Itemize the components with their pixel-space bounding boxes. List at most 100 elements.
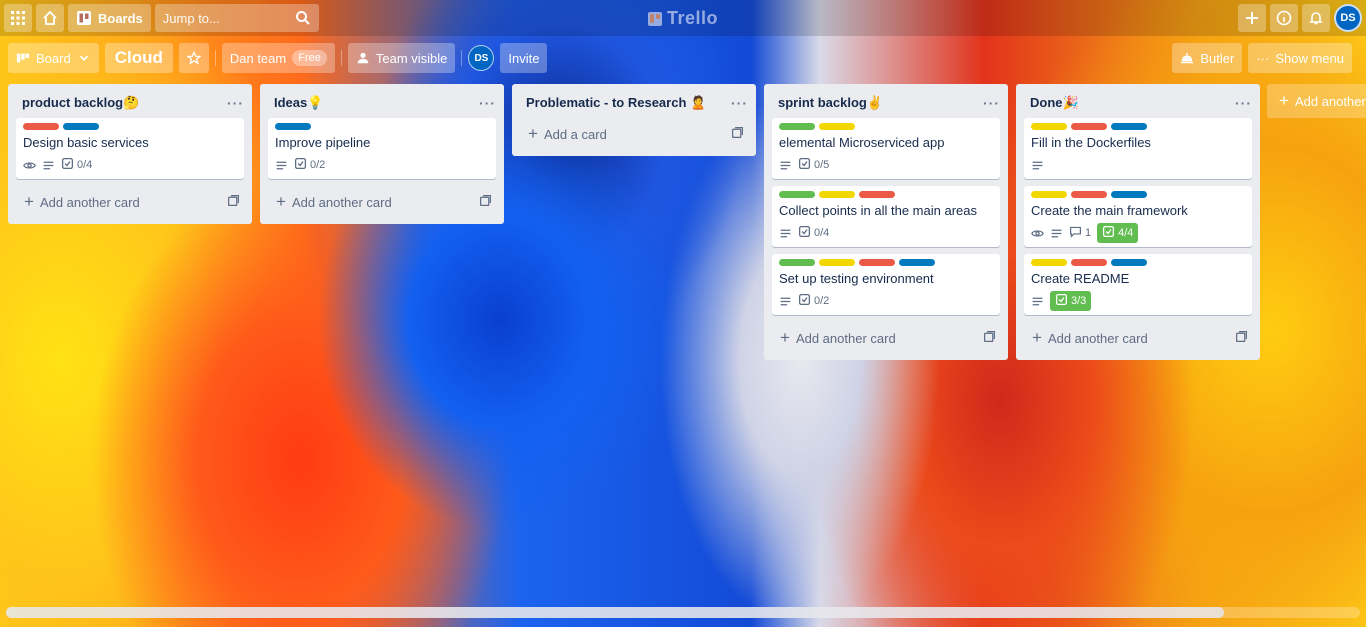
- add-card-label: Add another card: [1047, 331, 1148, 346]
- card-labels[interactable]: [275, 123, 488, 130]
- show-menu-button[interactable]: ··· Show menu: [1248, 43, 1352, 73]
- list[interactable]: product backlog🤔 ··· Design basic services…: [8, 84, 252, 224]
- card[interactable]: Create the main framework 1 4/4: [1024, 186, 1252, 247]
- card-label-green[interactable]: [779, 259, 815, 266]
- card-label-green[interactable]: [779, 191, 815, 198]
- card-label-yellow[interactable]: [819, 191, 855, 198]
- visibility-label: Team visible: [375, 50, 448, 66]
- home-button[interactable]: [36, 4, 64, 32]
- card-title[interactable]: Create the main framework: [1031, 203, 1244, 218]
- card-label-blue[interactable]: [1111, 191, 1147, 198]
- notifications-button[interactable]: [1302, 4, 1330, 32]
- list-menu-icon[interactable]: ···: [731, 95, 748, 111]
- card-label-blue[interactable]: [275, 123, 311, 130]
- card-title[interactable]: elemental Microserviced app: [779, 135, 992, 150]
- card-template-icon[interactable]: [227, 194, 240, 210]
- card-template-icon[interactable]: [731, 126, 744, 142]
- board-member-avatar[interactable]: DS: [468, 45, 495, 71]
- card-label-red[interactable]: [859, 191, 895, 198]
- create-button[interactable]: [1238, 4, 1266, 32]
- trello-logo[interactable]: Trello: [648, 8, 718, 29]
- card-label-red[interactable]: [1071, 259, 1107, 266]
- list-menu-icon[interactable]: ···: [983, 95, 1000, 111]
- list-title[interactable]: sprint backlog✌: [778, 95, 883, 111]
- description-icon: [1031, 159, 1044, 172]
- list-header[interactable]: Problematic - to Research 🙎 ···: [512, 84, 756, 118]
- butler-button[interactable]: Butler: [1172, 43, 1243, 73]
- info-button[interactable]: [1270, 4, 1298, 32]
- list[interactable]: Problematic - to Research 🙎 ··· + Add a car…: [512, 84, 756, 156]
- card[interactable]: elemental Microserviced app 0/5: [772, 118, 1000, 179]
- card-labels[interactable]: [1031, 123, 1244, 130]
- team-label: Dan team: [229, 50, 287, 66]
- card-label-yellow[interactable]: [819, 259, 855, 266]
- card[interactable]: Collect points in all the main areas 0/4: [772, 186, 1000, 247]
- horizontal-scrollbar-thumb[interactable]: [6, 607, 1224, 618]
- list[interactable]: Done🎉 ··· Fill in the Dockerfiles Create th…: [1016, 84, 1260, 360]
- board-view-switcher[interactable]: Board: [8, 43, 99, 73]
- card-label-blue[interactable]: [899, 259, 935, 266]
- add-list-button[interactable]: + Add another list: [1267, 84, 1366, 118]
- card[interactable]: Set up testing environment 0/2: [772, 254, 1000, 315]
- card-title[interactable]: Improve pipeline: [275, 135, 488, 150]
- search-input[interactable]: Jump to...: [154, 4, 319, 32]
- list-title[interactable]: Ideas💡: [274, 95, 323, 111]
- board-title[interactable]: Cloud: [104, 43, 173, 73]
- card-label-blue[interactable]: [63, 123, 99, 130]
- card-labels[interactable]: [779, 123, 992, 130]
- card[interactable]: Fill in the Dockerfiles: [1024, 118, 1252, 179]
- list-menu-icon[interactable]: ···: [1235, 95, 1252, 111]
- add-card-button[interactable]: + Add another card: [764, 322, 1008, 352]
- list[interactable]: Ideas💡 ··· Improve pipeline 0/2 + Add another…: [260, 84, 504, 224]
- card-label-yellow[interactable]: [1031, 191, 1067, 198]
- card-labels[interactable]: [1031, 191, 1244, 198]
- board-header: Board Cloud Dan team Free Team visible D…: [0, 40, 1366, 76]
- card-title[interactable]: Fill in the Dockerfiles: [1031, 135, 1244, 150]
- list-header[interactable]: Ideas💡 ···: [260, 84, 504, 118]
- list-header[interactable]: product backlog🤔 ···: [8, 84, 252, 118]
- card-label-blue[interactable]: [1111, 123, 1147, 130]
- card-label-red[interactable]: [859, 259, 895, 266]
- card-template-icon[interactable]: [983, 330, 996, 346]
- card-label-red[interactable]: [1071, 123, 1107, 130]
- card[interactable]: Design basic services 0/4: [16, 118, 244, 179]
- add-card-button[interactable]: + Add another card: [260, 186, 504, 216]
- card-label-blue[interactable]: [1111, 259, 1147, 266]
- list-header[interactable]: Done🎉 ···: [1016, 84, 1260, 118]
- list-title[interactable]: Done🎉: [1030, 95, 1079, 111]
- boards-button[interactable]: Boards: [68, 4, 151, 32]
- add-card-button[interactable]: + Add a card: [512, 118, 756, 148]
- card-template-icon[interactable]: [1235, 330, 1248, 346]
- card-title[interactable]: Design basic services: [23, 135, 236, 150]
- list-menu-icon[interactable]: ···: [479, 95, 496, 111]
- card[interactable]: Create README 3/3: [1024, 254, 1252, 315]
- card-label-green[interactable]: [779, 123, 815, 130]
- card[interactable]: Improve pipeline 0/2: [268, 118, 496, 179]
- card-labels[interactable]: [779, 191, 992, 198]
- card-label-yellow[interactable]: [1031, 123, 1067, 130]
- card-template-icon[interactable]: [479, 194, 492, 210]
- add-card-button[interactable]: + Add another card: [8, 186, 252, 216]
- card-label-yellow[interactable]: [1031, 259, 1067, 266]
- list-title[interactable]: product backlog🤔: [22, 95, 139, 111]
- list-menu-icon[interactable]: ···: [227, 95, 244, 111]
- list-title[interactable]: Problematic - to Research 🙎: [526, 95, 706, 111]
- visibility-button[interactable]: Team visible: [347, 43, 456, 73]
- card-label-yellow[interactable]: [819, 123, 855, 130]
- card-title[interactable]: Set up testing environment: [779, 271, 992, 286]
- list-header[interactable]: sprint backlog✌ ···: [764, 84, 1008, 118]
- apps-grid-button[interactable]: [4, 4, 32, 32]
- card-title[interactable]: Create README: [1031, 271, 1244, 286]
- card-title[interactable]: Collect points in all the main areas: [779, 203, 992, 218]
- card-label-red[interactable]: [23, 123, 59, 130]
- star-button[interactable]: [178, 43, 209, 73]
- card-labels[interactable]: [1031, 259, 1244, 266]
- card-labels[interactable]: [779, 259, 992, 266]
- card-labels[interactable]: [23, 123, 236, 130]
- card-label-red[interactable]: [1071, 191, 1107, 198]
- add-card-button[interactable]: + Add another card: [1016, 322, 1260, 352]
- invite-button[interactable]: Invite: [500, 43, 548, 73]
- list[interactable]: sprint backlog✌ ··· elemental Microservice…: [764, 84, 1008, 360]
- team-button[interactable]: Dan team Free: [221, 43, 335, 73]
- user-avatar[interactable]: DS: [1334, 4, 1362, 32]
